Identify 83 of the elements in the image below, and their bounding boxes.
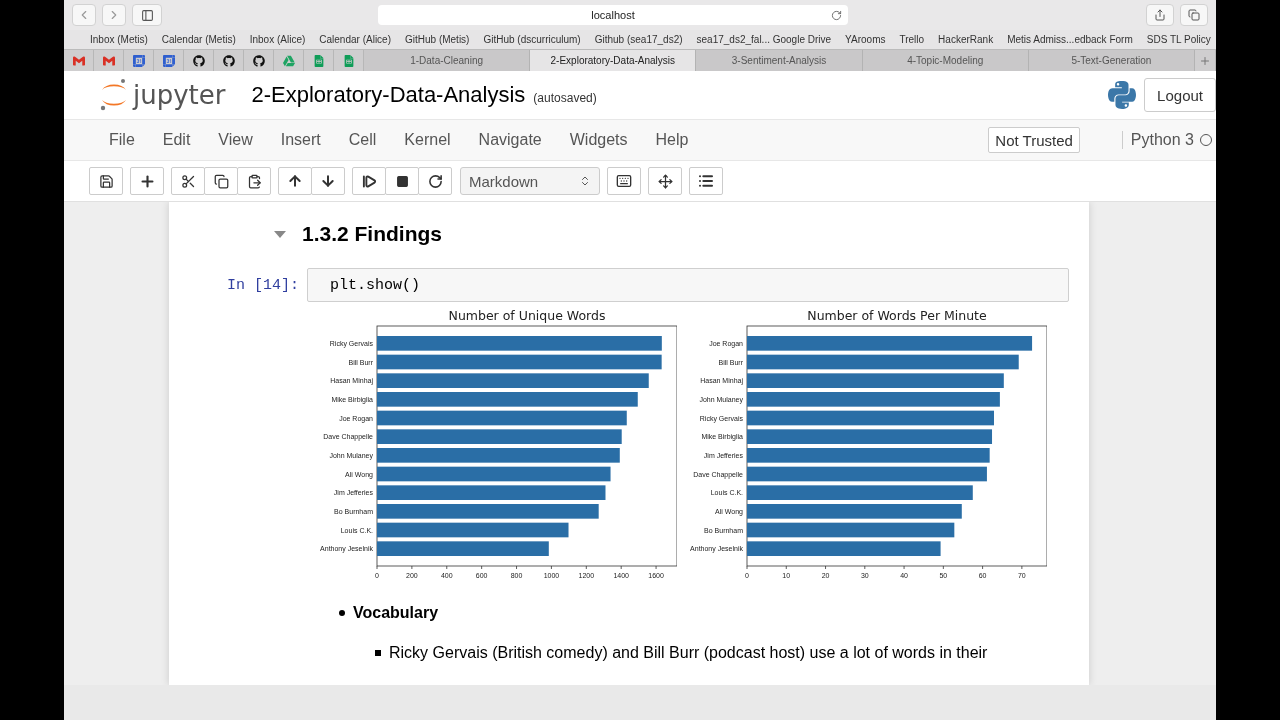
- save-icon: [98, 173, 114, 189]
- calendar-icon: [162, 54, 175, 67]
- mail-icon: [72, 54, 85, 67]
- sidebar-button[interactable]: [132, 4, 162, 26]
- mail-icon: [102, 54, 115, 67]
- github-icon: [252, 54, 265, 67]
- move-icon: [657, 173, 673, 189]
- restart-icon: [427, 173, 443, 189]
- notebook-title[interactable]: 2-Exploratory-Data-Analysis: [251, 82, 526, 108]
- keyboard-button[interactable]: [607, 167, 641, 195]
- bookmark-link[interactable]: SDS TL Policy: [1146, 34, 1211, 45]
- menu-item[interactable]: Navigate: [464, 131, 556, 149]
- address-bar[interactable]: localhost: [378, 5, 848, 25]
- stop-button[interactable]: [385, 167, 419, 195]
- reload-icon[interactable]: [831, 9, 842, 21]
- jupyter-logo-icon: [99, 78, 129, 112]
- bookmark-link[interactable]: Github (sea17_ds2): [594, 34, 683, 45]
- move-down-button[interactable]: [311, 167, 345, 195]
- bookmark-link[interactable]: GitHub (Metis): [405, 34, 470, 45]
- bullet-icon: [375, 650, 381, 656]
- python-logo-icon: [1106, 79, 1139, 111]
- chart-title: Number of Words Per Minute: [807, 308, 987, 323]
- save-button[interactable]: [89, 167, 123, 195]
- github-icon: [222, 54, 235, 67]
- cell-type-select[interactable]: Markdown: [460, 167, 600, 195]
- restart-button[interactable]: [418, 167, 452, 195]
- calendar-icon: [132, 54, 145, 67]
- step-forward-icon: [361, 173, 377, 189]
- list-button[interactable]: [689, 167, 723, 195]
- list-icon: [698, 173, 714, 189]
- drive-icon: [282, 54, 295, 67]
- bullet-icon: [339, 610, 345, 616]
- menu-item[interactable]: File: [95, 131, 149, 149]
- section-heading: 1.3.2 Findings: [302, 222, 443, 246]
- cut-button[interactable]: [171, 167, 205, 195]
- input-prompt: In [14]:: [226, 276, 299, 294]
- bookmark-link[interactable]: HackerRank: [938, 34, 994, 45]
- move-up-button[interactable]: [278, 167, 312, 195]
- share-icon: [1154, 9, 1166, 21]
- kernel-name: Python 3: [1121, 131, 1194, 149]
- bookmark-link[interactable]: Inbox (Metis): [90, 34, 148, 45]
- paste-button[interactable]: [237, 167, 271, 195]
- sheet-icon: [312, 54, 325, 67]
- menu-item[interactable]: View: [204, 131, 267, 149]
- clipboard-icon: [246, 173, 262, 189]
- copy-button[interactable]: [204, 167, 238, 195]
- menu-item[interactable]: Help: [641, 131, 703, 149]
- chart-title: Number of Unique Words: [448, 308, 606, 323]
- menu-item[interactable]: Insert: [266, 131, 335, 149]
- code-cell[interactable]: plt.show(): [307, 268, 1069, 302]
- sidebar-icon: [140, 8, 154, 22]
- bullet-text: Ricky Gervais (British comedy) and Bill Burr (podcast host) use a lot of words in their: [389, 644, 988, 662]
- sheet-icon: [342, 54, 355, 67]
- menu-item[interactable]: Cell: [334, 131, 391, 149]
- keyboard-icon: [616, 173, 632, 189]
- bookmark-link[interactable]: sea17_ds2_fal... Google Drive: [696, 34, 832, 45]
- menu-item[interactable]: Edit: [148, 131, 205, 149]
- insert-cell-button[interactable]: [130, 167, 164, 195]
- bookmark-link[interactable]: Calendar (Metis): [161, 34, 236, 45]
- bookmark-link[interactable]: GitHub (dscurriculum): [483, 34, 581, 45]
- move-button[interactable]: [648, 167, 682, 195]
- bookmark-link[interactable]: Inbox (Alice): [249, 34, 306, 45]
- bookmark-link[interactable]: Trello: [899, 34, 925, 45]
- bullet-text: Vocabulary: [353, 604, 439, 622]
- menu-item[interactable]: Widgets: [555, 131, 642, 149]
- logout-button[interactable]: Logout: [1144, 78, 1216, 112]
- plus-icon: [138, 172, 156, 190]
- run-button[interactable]: [352, 167, 386, 195]
- bookmark-link[interactable]: YArooms: [845, 34, 886, 45]
- github-icon: [192, 54, 205, 67]
- select-arrows-icon: [579, 175, 591, 187]
- scissors-icon: [180, 173, 196, 189]
- bookmark-link[interactable]: Metis Admiss...edback Form: [1007, 34, 1133, 45]
- copy-icon: [1188, 9, 1200, 21]
- browser-tab[interactable]: 2-Exploratory-Data-Analysis: [530, 50, 697, 71]
- stop-icon: [395, 174, 409, 188]
- copy-icon: [213, 173, 229, 189]
- bookmark-link[interactable]: Calendar (Alice): [319, 34, 391, 45]
- trust-button[interactable]: Not Trusted: [988, 127, 1080, 153]
- save-status: (autosaved): [533, 91, 597, 105]
- menu-item[interactable]: Kernel: [390, 131, 465, 149]
- jupyter-wordmark: jupyter: [133, 80, 226, 110]
- collapse-caret-icon[interactable]: [274, 230, 286, 238]
